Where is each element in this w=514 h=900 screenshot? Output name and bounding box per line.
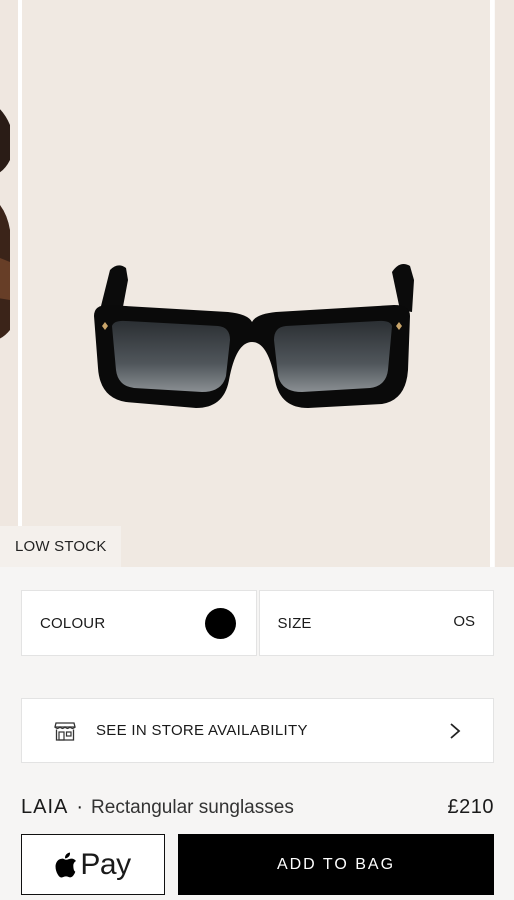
colour-label: COLOUR	[40, 614, 106, 632]
brand-name: LAIA	[21, 796, 69, 818]
product-summary: LAIA · Rectangular sunglasses £210	[21, 796, 494, 819]
store-icon	[54, 721, 76, 741]
store-availability-button[interactable]: SEE IN STORE AVAILABILITY	[21, 698, 494, 763]
apple-pay-label: Pay	[80, 847, 131, 881]
product-name: Rectangular sunglasses	[91, 797, 294, 818]
chevron-right-icon	[450, 722, 461, 739]
add-to-bag-button[interactable]: ADD TO BAG	[178, 834, 494, 895]
colour-swatch	[204, 607, 236, 639]
size-label: SIZE	[277, 614, 312, 632]
variant-selectors: COLOUR SIZE OS	[21, 590, 494, 656]
size-selector[interactable]: SIZE OS	[258, 590, 494, 656]
sunglasses-partial-image	[0, 109, 10, 339]
low-stock-badge: LOW STOCK	[0, 526, 121, 567]
previous-image[interactable]	[0, 0, 18, 567]
purchase-actions: Pay ADD TO BAG	[21, 834, 494, 895]
sunglasses-image	[94, 264, 414, 408]
product-price: £210	[447, 796, 494, 818]
apple-logo-icon	[55, 852, 77, 878]
separator: ·	[76, 796, 84, 818]
store-availability-label: SEE IN STORE AVAILABILITY	[96, 722, 308, 739]
colour-selector[interactable]: COLOUR	[21, 590, 257, 656]
gallery-divider	[490, 0, 494, 567]
product-image-gallery[interactable]: LOW STOCK	[0, 0, 514, 567]
apple-pay-button[interactable]: Pay	[21, 834, 165, 895]
size-value: OS	[453, 612, 475, 630]
next-image[interactable]	[495, 0, 514, 567]
